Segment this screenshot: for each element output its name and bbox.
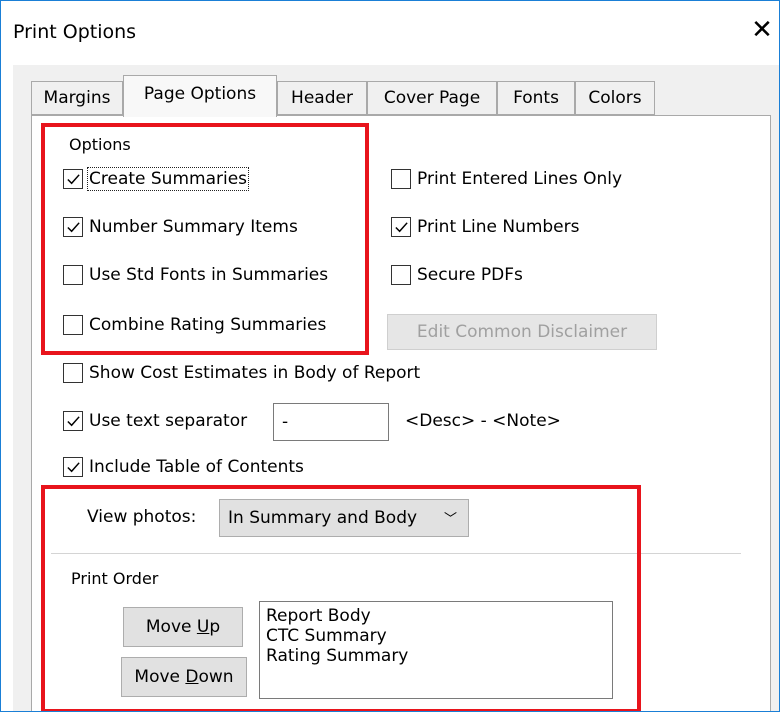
include-toc-checkbox[interactable]: Include Table of Contents [63, 455, 304, 479]
tab-fonts[interactable]: Fonts [497, 81, 575, 115]
tab-margins[interactable]: Margins [31, 81, 123, 115]
tab-header[interactable]: Header [277, 81, 367, 115]
separator-input[interactable]: - [273, 403, 389, 441]
divider [51, 553, 741, 554]
print-entered-lines-only-checkbox[interactable]: Print Entered Lines Only [391, 167, 622, 191]
title-bar: Print Options ✕ [1, 1, 779, 65]
include-toc-label: Include Table of Contents [89, 457, 304, 477]
view-photos-select[interactable]: In Summary and Body ﹀ [219, 499, 469, 537]
combine-rating-summaries-checkbox[interactable]: Combine Rating Summaries [63, 313, 326, 337]
checkbox-box [391, 217, 411, 237]
tab-cover-page[interactable]: Cover Page [367, 81, 497, 115]
list-item[interactable]: CTC Summary [266, 626, 606, 646]
checkbox-box [63, 265, 83, 285]
list-item[interactable]: Report Body [266, 606, 606, 626]
show-cost-estimates-label: Show Cost Estimates in Body of Report [89, 363, 421, 383]
checkmark-icon [394, 221, 408, 232]
checkbox-box [63, 457, 83, 477]
print-entered-lines-only-label: Print Entered Lines Only [417, 169, 623, 189]
tab-page-options[interactable]: Page Options [123, 75, 277, 117]
show-cost-estimates-checkbox[interactable]: Show Cost Estimates in Body of Report [63, 361, 420, 385]
chevron-down-icon: ﹀ [444, 512, 458, 527]
view-photos-value: In Summary and Body [228, 508, 418, 528]
edit-common-disclaimer-button[interactable]: Edit Common Disclaimer [387, 314, 657, 350]
print-options-dialog: Print Options ✕ Margins Page Options Hea… [0, 0, 780, 712]
checkmark-icon [66, 461, 80, 472]
checkmark-icon [66, 221, 80, 232]
use-std-fonts-checkbox[interactable]: Use Std Fonts in Summaries [63, 263, 328, 287]
use-std-fonts-label: Use Std Fonts in Summaries [89, 265, 329, 285]
tab-colors[interactable]: Colors [575, 81, 655, 115]
checkbox-box [391, 169, 411, 189]
move-up-button[interactable]: Move Up [123, 607, 243, 647]
move-down-button[interactable]: Move Down [121, 657, 247, 697]
checkmark-icon [66, 415, 80, 426]
checkbox-box [63, 315, 83, 335]
list-item[interactable]: Rating Summary [266, 646, 606, 666]
checkmark-icon [66, 173, 80, 184]
view-photos-label: View photos: [87, 507, 197, 527]
use-text-separator-label: Use text separator [89, 411, 248, 431]
checkbox-box [391, 265, 411, 285]
checkbox-box [63, 411, 83, 431]
combine-rating-summaries-label: Combine Rating Summaries [89, 315, 327, 335]
checkbox-box [63, 363, 83, 383]
create-summaries-checkbox[interactable]: Create Summaries [63, 167, 250, 191]
checkbox-box [63, 217, 83, 237]
secure-pdfs-label: Secure PDFs [417, 265, 523, 285]
print-order-group-title: Print Order [67, 569, 163, 588]
checkbox-box [63, 169, 83, 189]
window-title: Print Options [13, 21, 137, 43]
print-line-numbers-checkbox[interactable]: Print Line Numbers [391, 215, 580, 239]
secure-pdfs-checkbox[interactable]: Secure PDFs [391, 263, 523, 287]
create-summaries-label: Create Summaries [86, 167, 250, 191]
close-icon[interactable]: ✕ [747, 15, 777, 45]
options-group-title: Options [65, 135, 135, 154]
print-order-list[interactable]: Report Body CTC Summary Rating Summary [259, 601, 613, 699]
number-summary-items-label: Number Summary Items [89, 217, 298, 237]
number-summary-items-checkbox[interactable]: Number Summary Items [63, 215, 298, 239]
use-text-separator-checkbox[interactable]: Use text separator [63, 409, 247, 433]
separator-example: <Desc> - <Note> [405, 411, 561, 431]
print-line-numbers-label: Print Line Numbers [417, 217, 580, 237]
